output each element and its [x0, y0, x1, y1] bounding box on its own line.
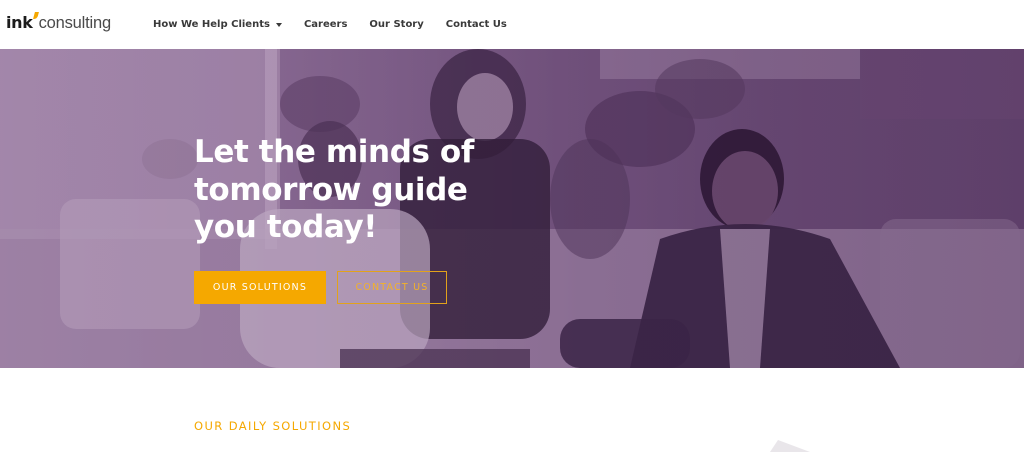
nav-contact-us-label: Contact Us	[445, 19, 507, 30]
main-nav: How We Help Clients Careers Our Story Co…	[153, 0, 507, 49]
hero-headline-line-1: Let the minds of	[194, 134, 474, 170]
logo-ink-text: ink	[6, 13, 33, 32]
our-solutions-button[interactable]: OUR SOLUTIONS	[194, 271, 326, 304]
hero-headline: Let the minds of tomorrow guide you toda…	[194, 134, 524, 247]
site-header: ink consulting How We Help Clients Caree…	[0, 0, 1024, 49]
contact-us-button[interactable]: CONTACT US	[337, 271, 447, 304]
logo-consulting-text: consulting	[38, 14, 112, 32]
hero-headline-line-3: you today!	[194, 209, 377, 245]
nav-how-we-help-clients-label: How We Help Clients	[153, 19, 270, 30]
nav-our-story[interactable]: Our Story	[369, 19, 423, 30]
nav-how-we-help-clients[interactable]: How We Help Clients	[153, 19, 282, 30]
nav-careers[interactable]: Careers	[304, 19, 347, 30]
hero-banner: Let the minds of tomorrow guide you toda…	[0, 49, 1024, 368]
ink-consulting-logo[interactable]: ink consulting	[6, 12, 112, 35]
nav-contact-us[interactable]: Contact Us	[446, 19, 507, 30]
decorative-shape	[770, 440, 810, 452]
hero-headline-line-2: tomorrow guide	[194, 171, 468, 208]
caret-down-icon	[275, 22, 282, 27]
section-heading-our-daily-solutions: OUR DAILY SOLUTIONS	[194, 419, 352, 433]
nav-our-story-label: Our Story	[369, 19, 424, 30]
nav-careers-label: Careers	[303, 19, 348, 30]
